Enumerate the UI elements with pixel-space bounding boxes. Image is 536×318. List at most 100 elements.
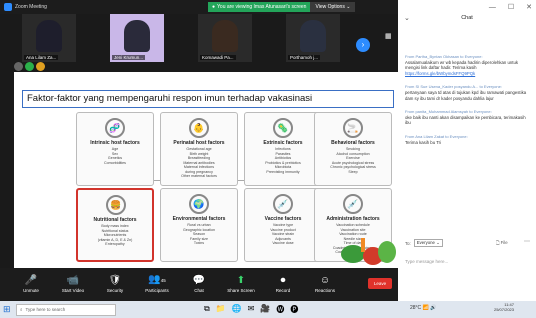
unmute-button[interactable]: 🎤 Unmute (10, 275, 52, 293)
network-icon[interactable]: 📶 (423, 305, 429, 311)
zoom-app-icon[interactable]: 🎥 (260, 304, 270, 315)
clock-date: 25/07/2023 (493, 307, 514, 312)
maximize-icon[interactable]: ☐ (508, 3, 514, 11)
participant-gallery: Ana Lilam Za... Jeni Krumun... Komawadi … (0, 14, 398, 62)
security-button[interactable]: 🛡 Security (94, 275, 136, 293)
word-icon[interactable]: 🅦 (276, 304, 284, 315)
chat-icon: 💬 (192, 275, 206, 286)
card-item: Preexisting immunity (266, 169, 300, 174)
share-screen-button[interactable]: ⬆ Share Screen (220, 275, 262, 293)
chat-input[interactable]: Type message here... (405, 259, 448, 264)
participant-tile[interactable]: Porthamoh j... (286, 14, 340, 62)
weather-text: 28°C (410, 305, 422, 311)
next-page-button[interactable]: › (356, 38, 370, 52)
participants-button[interactable]: 👥45 Participants (136, 274, 178, 293)
search-placeholder: Type here to search (25, 307, 66, 312)
chat-button[interactable]: 💬 Chat (178, 275, 220, 293)
start-video-label: Start Video (61, 288, 85, 293)
card-title: Environmental factors (172, 216, 226, 222)
shield-check-icon: ● (212, 4, 216, 10)
record-label: Record (275, 288, 291, 293)
card-title: Intrinsic host factors (90, 140, 140, 146)
globe-icon: 🌍 (189, 194, 209, 214)
card-title: Vaccine factors (264, 216, 302, 222)
participant-tile[interactable]: Ana Lilam Za... (22, 14, 76, 62)
chat-message: From panita_Muhammad Alamsyah to Everyon… (405, 109, 529, 126)
participant-name: Komawadi Pa... (200, 55, 236, 60)
chat-window-controls: — ☐ ✕ (398, 0, 536, 14)
taskbar-search[interactable]: ⌕ Type here to search (16, 303, 116, 316)
card-title: Extrinsic factors (263, 140, 303, 146)
message-body: Assalamualaikum wr wb kepada hadirin dip… (405, 60, 518, 71)
file-explorer-icon[interactable]: 📁 (216, 304, 226, 315)
message-sender: From SI Sue Usena_Kader posyandu A... to… (405, 84, 502, 90)
card-item: Toxins (193, 241, 205, 245)
factor-card: 👶 Perinatal host factors Gestational age… (160, 112, 238, 186)
share-banner: ● You are viewing Imas Atunasari's scree… (208, 2, 356, 12)
viewing-text: You are viewing Imas Atunasari's screen (217, 4, 307, 10)
chat-recipient-row: To: Everyone ⌄ (405, 239, 443, 247)
viewing-indicator: ● You are viewing Imas Atunasari's scree… (208, 2, 311, 12)
participant-tile[interactable]: Jeni Krumun... (110, 14, 164, 62)
chat-label: Chat (194, 288, 204, 293)
factor-card: 💉 Vaccine factors Vaccine type Vaccine p… (244, 188, 322, 262)
syringe-icon: 💉 (343, 194, 363, 214)
powerpoint-icon[interactable]: 🅟 (290, 304, 298, 315)
start-video-button[interactable]: 📹 Start Video (52, 275, 94, 293)
microphone-muted-icon: 🎤 (24, 275, 38, 286)
volume-icon[interactable]: 🔊 (430, 305, 436, 311)
windows-start-icon[interactable]: ⊞ (3, 305, 12, 314)
baby-icon: 👶 (189, 118, 209, 138)
participant-video (212, 20, 238, 52)
card-item: Other maternal factors (181, 174, 217, 178)
participant-video (36, 20, 62, 52)
record-button[interactable]: ⏺ Record (262, 275, 304, 293)
view-options-button[interactable]: View Options ⌄ (310, 2, 356, 12)
participants-icon: 👥45 (148, 274, 166, 285)
message-sender: From Ana Lilam Zakat to Everyone: (405, 133, 468, 139)
close-icon[interactable]: ✕ (526, 3, 532, 11)
message-sender: From panita_Muhammad Alamsyah to Everyon… (405, 109, 492, 115)
video-off-icon: 📹 (66, 275, 80, 286)
clock[interactable]: 11:47 25/07/2023 (494, 302, 514, 312)
factor-card: 🚬 Behavioral factors Smoking Alcohol con… (314, 112, 392, 186)
taskbar-apps: ⧉ 📁 🌐 ✉ 🎥 🅦 🅟 (204, 304, 298, 315)
participant-video (124, 20, 150, 52)
message-link[interactable]: https://forms.gle/bWbymdsFFQ9PQk (405, 71, 475, 76)
factor-card: 🌍 Environmental factors Rural vs urban G… (160, 188, 238, 262)
meeting-toolbar: 🎤 Unmute 📹 Start Video 🛡 Security 👥45 Pa… (0, 268, 398, 295)
task-view-icon[interactable]: ⧉ (204, 304, 210, 315)
message-body: pertanyaan saya td atas di tujukan kpd i… (405, 90, 527, 101)
vaccine-vial-icon: 💉 (273, 194, 293, 214)
unmute-label: Unmute (23, 288, 39, 293)
window-title: Zoom Meeting (15, 4, 47, 10)
chat-header: Chat (461, 15, 473, 21)
factor-card-highlighted: 🍔 Nutritional factors Body mass index Nu… (76, 188, 154, 262)
card-title: Administration factors (326, 216, 380, 222)
factor-card: 🦠 Extrinsic factors Infections Parasites… (244, 112, 322, 186)
minimize-icon[interactable]: — (489, 4, 496, 11)
dna-icon: 🧬 (105, 118, 125, 138)
file-button[interactable]: 🗋 File (496, 239, 508, 247)
recipient-select[interactable]: Everyone ⌄ (413, 239, 443, 247)
participant-name: Porthamoh j... (288, 55, 321, 60)
zoom-in-icon[interactable] (25, 62, 34, 71)
mail-icon[interactable]: ✉ (248, 304, 255, 315)
more-options-icon[interactable]: ⋯ (524, 238, 530, 245)
participant-tile[interactable]: Komawadi Pa... (198, 14, 252, 62)
reactions-button[interactable]: ☺ Reactions (304, 275, 346, 293)
burger-icon: 🍔 (106, 195, 126, 215)
gallery-view-icon[interactable]: ▦ (385, 32, 394, 41)
search-icon: ⌕ (20, 307, 23, 312)
reactions-label: Reactions (314, 288, 335, 293)
participant-name: Jeni Krumun... (112, 55, 146, 60)
message-body: Terima kasih bu Tri (405, 139, 442, 145)
participant-count: 45 (160, 278, 166, 283)
system-tray: 28°C 📶 🔊 (410, 305, 436, 311)
share-screen-label: Share Screen (227, 288, 255, 293)
zoom-logo-icon (4, 3, 12, 11)
browser-icon[interactable]: 🌐 (232, 304, 242, 315)
leave-button[interactable]: Leave (368, 278, 392, 289)
pointer-icon[interactable] (14, 62, 23, 71)
annotate-icon[interactable] (36, 62, 45, 71)
